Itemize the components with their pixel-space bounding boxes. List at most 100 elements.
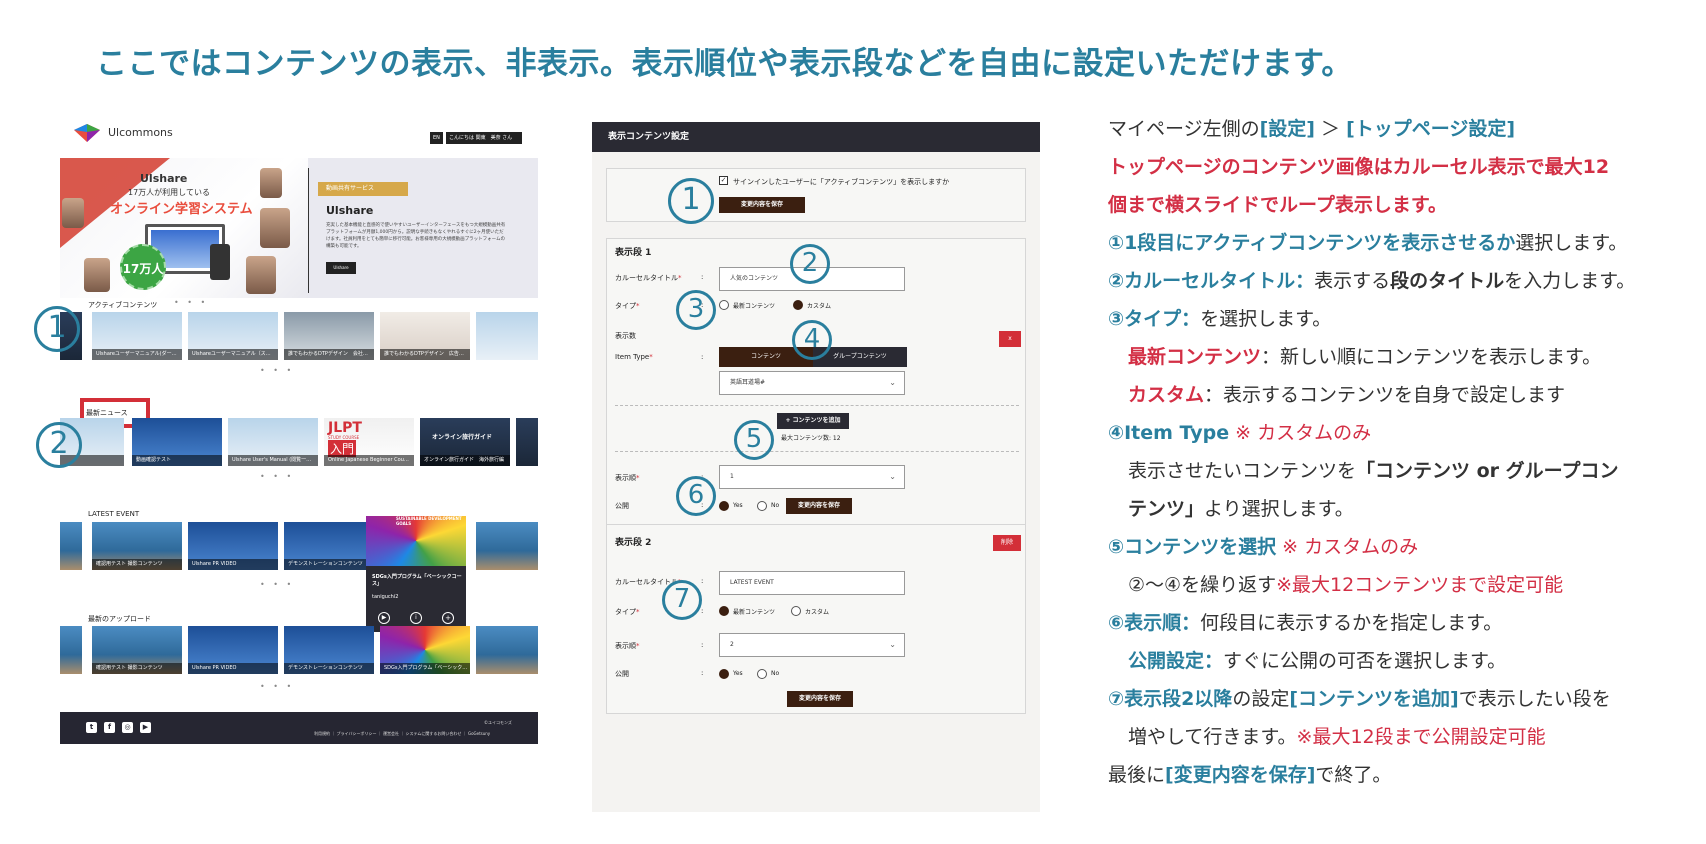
public-no-radio[interactable]	[757, 669, 767, 679]
carousel-card[interactable]: デモンストレーションコンテンツ	[284, 626, 374, 674]
checkbox-label: サインインしたユーザーに「アクティブコンテンツ」を表示しますか	[733, 178, 950, 186]
carousel-card[interactable]	[60, 522, 82, 570]
hero-dots[interactable]: • • •	[174, 298, 208, 307]
card-popup[interactable]: SDGs入門プログラム「ベーシックコース」 taniguchi2 ▶ i +	[366, 566, 466, 632]
carousel-card[interactable]: Ulshare User's Manual (閲覧一…	[228, 418, 318, 466]
carousel-dots[interactable]: • • •	[260, 580, 294, 589]
carousel-card[interactable]: 確認用テスト 撮影コンテンツ	[92, 522, 182, 570]
info-icon[interactable]: i	[410, 612, 422, 624]
carousel-card[interactable]: 誰でもわかるDTPデザイン 会社…	[284, 312, 374, 360]
website-preview: Ulcommons EN こんにちは 関東 美奈 さん Ulshare 17万人…	[60, 112, 538, 812]
carousel-title-input[interactable]: LATEST EVENT	[719, 571, 905, 595]
carousel-card[interactable]: Ulshare PR VIDEO	[188, 626, 278, 674]
instruction-line: 最後に[変更内容を保存]で終了。	[1108, 764, 1392, 786]
footer-links[interactable]: 利用規約 ｜ プライバシーポリシー ｜ 運営会社 ｜ システムに関するお問い合わ…	[314, 731, 490, 737]
instruction-line: ⑦表示段2以降の設定[コンテンツを追加]で表示したい段を	[1108, 688, 1611, 710]
carousel-dots[interactable]: • • •	[260, 366, 294, 375]
row-title: 表示段 1	[615, 248, 652, 258]
carousel-card[interactable]	[476, 522, 538, 570]
carousel-card[interactable]: 確認用テスト 撮影コンテンツ	[92, 626, 182, 674]
carousel-dots[interactable]: • • •	[260, 472, 294, 481]
chevron-down-icon: ⌄	[889, 472, 896, 481]
instruction-line: ⑤コンテンツを選択 ※ カスタムのみ	[1108, 536, 1419, 558]
carousel-card-hovered[interactable]: SUSTAINABLE DEVELOPMENT GOALS	[366, 516, 466, 566]
twitter-icon[interactable]: t	[86, 722, 97, 733]
youtube-icon[interactable]: ▶	[140, 722, 151, 733]
section-title: LATEST EVENT	[88, 510, 140, 518]
carousel-card[interactable]	[476, 626, 538, 674]
public-yes-radio[interactable]	[719, 669, 729, 679]
display-count-label: 表示数	[615, 332, 636, 340]
carousel-card[interactable]: Ulshare PR VIDEO	[188, 522, 278, 570]
instruction-line: マイページ左側の[設定] ＞ [トップページ設定]	[1108, 118, 1516, 140]
close-row-button[interactable]: x	[999, 331, 1021, 347]
instruction-line: カスタム：表示するコンテンツを自身で設定します	[1128, 384, 1566, 406]
instruction-line: ①1段目にアクティブコンテンツを表示させるか選択します。	[1108, 232, 1628, 254]
display-order-select[interactable]: 1 ⌄	[719, 465, 905, 489]
content-select[interactable]: 英語耳道場# ⌄	[719, 371, 905, 395]
save-button[interactable]: 変更内容を保存	[719, 197, 805, 213]
chevron-down-icon: ⌄	[889, 378, 896, 387]
instruction-line: 増やして行きます。※最大12段まで公開設定可能	[1128, 726, 1546, 748]
site-footer: t f ◎ ▶ ©ユイコモンズ 利用規約 ｜ プライバシーポリシー ｜ 運営会社…	[60, 712, 538, 744]
carousel-card[interactable]	[516, 418, 538, 466]
save-button[interactable]: 変更内容を保存	[787, 691, 853, 707]
active-content-checkbox[interactable]: ✓	[719, 176, 728, 185]
instruction-line: トップページのコンテンツ画像はカルーセル表示で最大12	[1108, 156, 1610, 178]
marker-3: 3	[676, 290, 716, 330]
add-icon[interactable]: +	[442, 612, 454, 624]
hero-line2: オンライン学習システム	[110, 202, 253, 217]
carousel-card[interactable]: JLPT STUDY COURSE 入門 Online Japanese Beg…	[324, 418, 414, 466]
instruction-line: 表示させたいコンテンツを「コンテンツ or グループコン	[1128, 460, 1619, 482]
hero-button[interactable]: Ulshare	[326, 262, 356, 274]
form-header: 表示コンテンツ設定	[592, 122, 1040, 152]
display-content-settings: 表示コンテンツ設定 ✓ サインインしたユーザーに「アクティブコンテンツ」を表示し…	[592, 122, 1040, 812]
section-title: アクティブコンテンツ	[88, 301, 158, 309]
carousel-card[interactable]	[476, 312, 538, 360]
public-label: 公開	[615, 502, 629, 510]
type-latest-radio[interactable]	[719, 606, 729, 616]
user-menu[interactable]: こんにちは 関東 美奈 さん	[446, 132, 522, 144]
row-title: 表示段 2	[615, 538, 652, 548]
marker-6: 6	[676, 476, 716, 516]
users-badge: 17万人	[120, 244, 166, 290]
instruction-line: 最新コンテンツ：新しい順にコンテンツを表示します。	[1128, 346, 1602, 368]
display-order-select[interactable]: 2 ⌄	[719, 633, 905, 657]
marker-4: 4	[792, 320, 832, 360]
instruction-line: ②～④を繰り返す※最大12コンテンツまで設定可能	[1128, 574, 1564, 596]
language-button[interactable]: EN	[430, 132, 443, 144]
public-yes-radio[interactable]	[719, 501, 729, 511]
carousel-card[interactable]: Ulshareユーザーマニュアル(ダー…	[92, 312, 182, 360]
instruction-line: 公開設定：すぐに公開の可否を選択します。	[1128, 650, 1507, 672]
facebook-icon[interactable]: f	[104, 722, 115, 733]
type-latest-radio[interactable]	[719, 300, 729, 310]
carousel-card[interactable]: 誰でもわかるDTPデザイン 広告…	[380, 312, 470, 360]
instagram-icon[interactable]: ◎	[122, 722, 133, 733]
type-custom-radio[interactable]	[793, 300, 803, 310]
save-button[interactable]: 変更内容を保存	[786, 498, 852, 514]
hero-banner[interactable]: Ulshare 17万人が利用している オンライン学習システム 17万人 動画共…	[60, 158, 538, 298]
hero-visual: Ulshare 17万人が利用している オンライン学習システム 17万人	[60, 158, 308, 298]
carousel-dots[interactable]: • • •	[260, 682, 294, 691]
marker-2: 2	[790, 244, 830, 284]
carousel-card[interactable]	[60, 626, 82, 674]
carousel-card[interactable]: デモンストレーションコンテンツ	[284, 522, 374, 570]
public-no-radio[interactable]	[757, 501, 767, 511]
carousel-card[interactable]: 動画確認テスト	[132, 418, 222, 466]
person-photo	[260, 168, 282, 198]
copyright: ©ユイコモンズ	[484, 720, 512, 725]
carousel-card[interactable]: SDGs入門プログラム「ベーシック…	[380, 626, 470, 674]
instruction-line: ③タイプ：を選択します。	[1108, 308, 1332, 330]
person-photo	[246, 256, 276, 294]
page-headline: ここではコンテンツの表示、非表示。表示順位や表示段などを自由に設定いただけます。	[96, 46, 1353, 82]
add-content-button[interactable]: + コンテンツを追加	[777, 413, 849, 429]
type-custom-radio[interactable]	[791, 606, 801, 616]
max-content-note: 最大コンテンツ数: 12	[781, 435, 841, 442]
carousel-card[interactable]: Ulshareユーザーマニュアル（ス…	[188, 312, 278, 360]
ulcommons-logo-icon	[72, 122, 102, 144]
instruction-line: 個まで横スライドでループ表示します。	[1108, 194, 1447, 216]
marker-2: 2	[36, 422, 82, 468]
play-icon[interactable]: ▶	[378, 612, 390, 624]
delete-row-button[interactable]: 削除	[993, 535, 1021, 551]
carousel-card[interactable]: オンライン旅行ガイド オンライン旅行ガイド 海外旅行編	[420, 418, 510, 466]
